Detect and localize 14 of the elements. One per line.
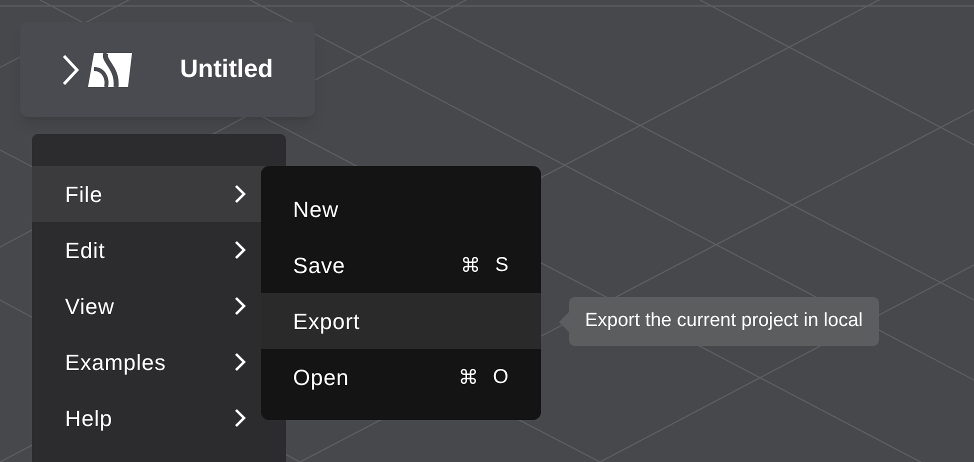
shortcut-key: S: [495, 250, 509, 280]
logo-icon: [88, 52, 132, 86]
project-title[interactable]: Untitled: [180, 50, 274, 88]
chevron-right-icon: [234, 184, 246, 204]
tooltip: Export the current project in local: [569, 297, 879, 346]
chevron-right-icon: [234, 240, 246, 260]
command-key-symbol: ⌘: [458, 364, 479, 391]
chevron-right-icon[interactable]: [62, 54, 80, 86]
chevron-right-icon: [234, 408, 246, 428]
submenu-item[interactable]: Export: [261, 293, 541, 349]
command-key-symbol: ⌘: [460, 252, 482, 279]
chevron-right-icon: [234, 352, 246, 372]
shortcut-key: O: [492, 362, 509, 392]
chevron-right-icon: [234, 296, 246, 316]
